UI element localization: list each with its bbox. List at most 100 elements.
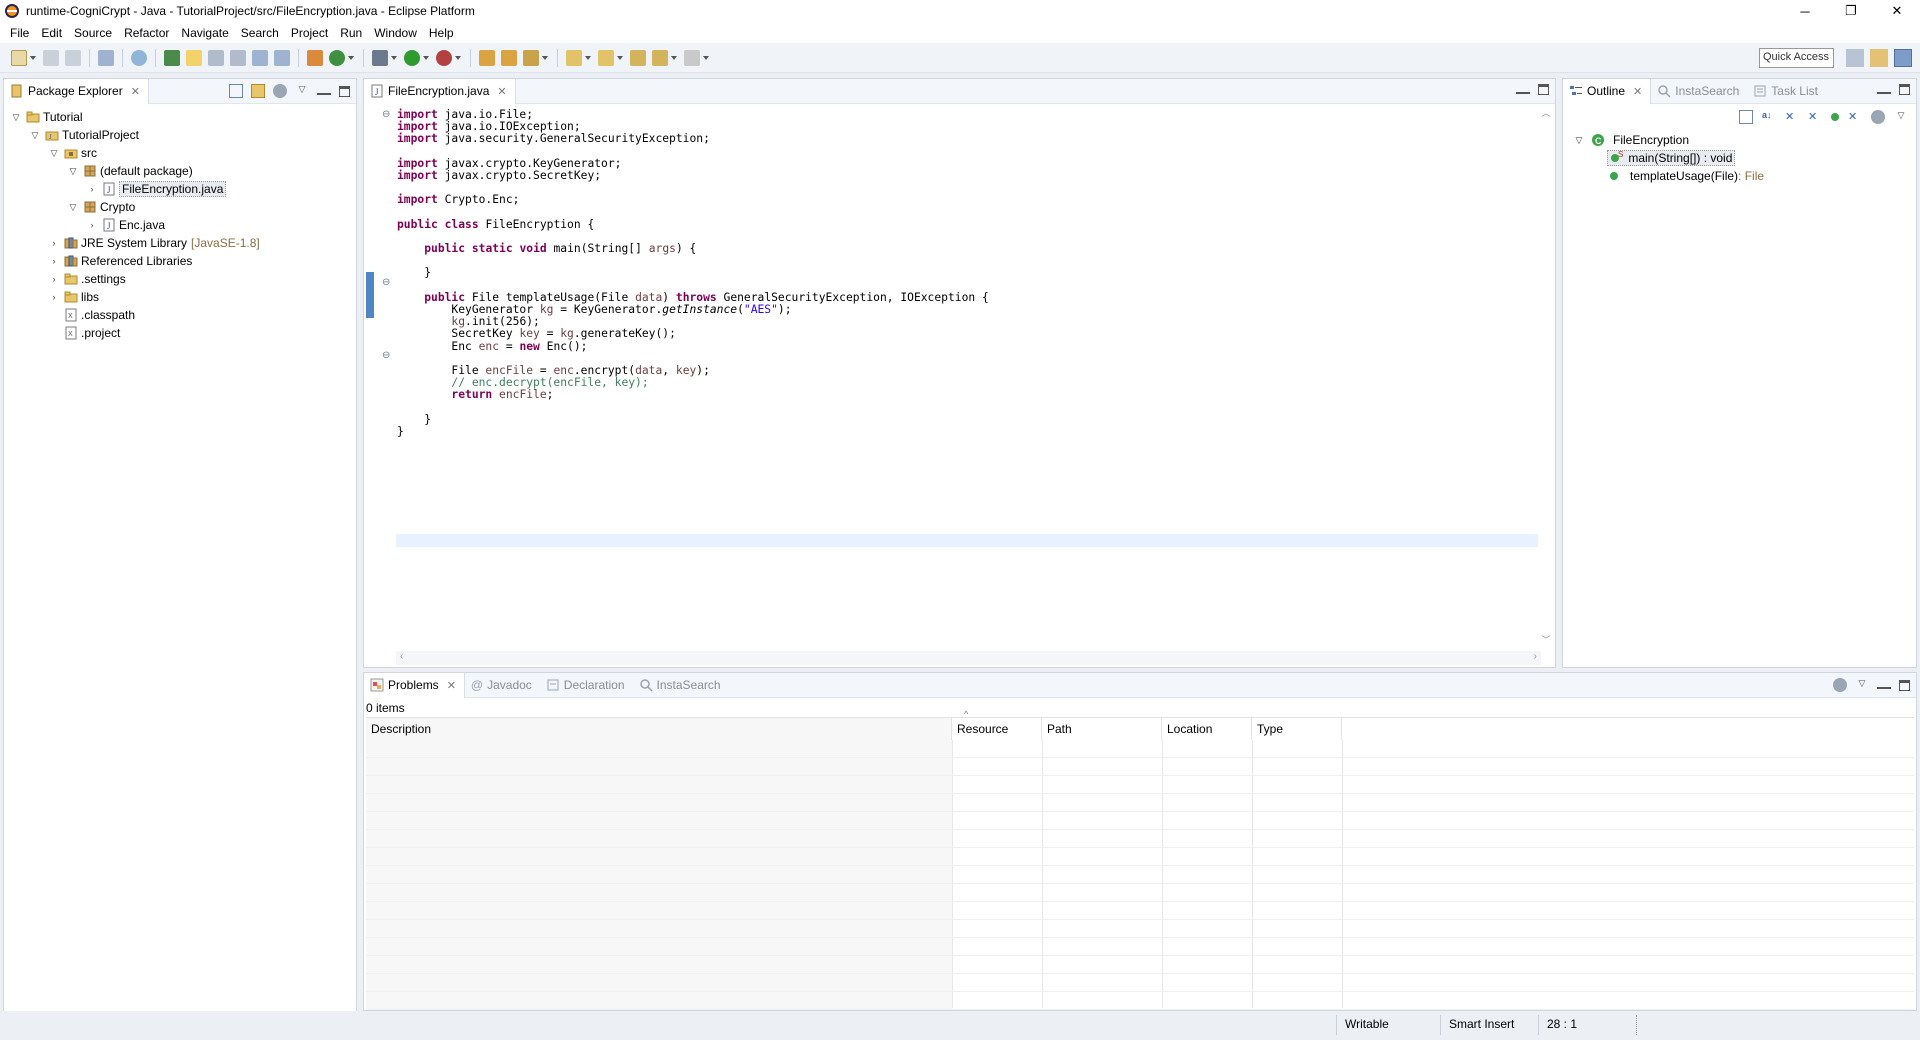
tree-item[interactable]: › .settings bbox=[10, 270, 356, 288]
tree-item[interactable]: › libs bbox=[10, 288, 356, 306]
menu-window[interactable]: Window bbox=[368, 26, 423, 40]
open-perspective-icon[interactable] bbox=[1846, 49, 1864, 67]
maximize-view-icon[interactable] bbox=[1899, 84, 1910, 95]
expand-arrow-icon[interactable]: ▽ bbox=[1573, 134, 1585, 146]
collapse-arrow-icon[interactable]: › bbox=[48, 291, 60, 303]
menu-navigate[interactable]: Navigate bbox=[175, 26, 234, 40]
outline-member-main[interactable]: S main(String[]) : void bbox=[1573, 149, 1764, 167]
scroll-left-icon[interactable]: ‹ bbox=[400, 651, 403, 662]
focus-task-icon[interactable] bbox=[1871, 110, 1885, 124]
back-dropdown-icon[interactable] bbox=[671, 55, 677, 60]
menu-help[interactable]: Help bbox=[423, 26, 460, 40]
column-header-location[interactable]: Location bbox=[1162, 718, 1252, 740]
debug-icon[interactable] bbox=[372, 49, 388, 66]
new-dropdown-icon[interactable] bbox=[30, 55, 36, 60]
resource-perspective-icon[interactable] bbox=[1870, 49, 1888, 67]
tree-item[interactable]: › J FileEncryption.java bbox=[10, 180, 356, 198]
close-button[interactable]: ✕ bbox=[1874, 0, 1920, 22]
focus-task-icon[interactable] bbox=[1833, 678, 1847, 692]
run-icon[interactable] bbox=[404, 49, 420, 66]
cognicrypt-icon[interactable] bbox=[131, 49, 147, 66]
menu-run[interactable]: Run bbox=[334, 26, 368, 40]
hide-fields-icon[interactable]: ✕ bbox=[1785, 110, 1799, 124]
outline-member-template-usage[interactable]: templateUsage(File) : File bbox=[1573, 167, 1764, 185]
maximize-view-icon[interactable] bbox=[1899, 679, 1910, 691]
expand-arrow-icon[interactable]: ▽ bbox=[29, 129, 41, 141]
external-tools-icon[interactable] bbox=[436, 49, 452, 66]
tree-item[interactable]: ▽ Tutorial bbox=[10, 108, 356, 126]
close-icon[interactable]: ✕ bbox=[447, 679, 456, 692]
view-menu-icon[interactable]: ▽ bbox=[1894, 110, 1908, 124]
expand-arrow-icon[interactable]: ▽ bbox=[67, 165, 79, 177]
last-edit-location-icon[interactable] bbox=[630, 49, 646, 66]
tab-instasearch[interactable]: InstaSearch bbox=[1651, 79, 1747, 104]
minimize-view-icon[interactable] bbox=[1516, 86, 1530, 94]
toggle-block-selection-icon[interactable] bbox=[208, 49, 224, 66]
close-icon[interactable]: ✕ bbox=[497, 85, 506, 98]
menu-file[interactable]: File bbox=[4, 26, 35, 40]
restore-button[interactable]: ❐ bbox=[1828, 0, 1874, 22]
search-icon[interactable] bbox=[523, 49, 539, 66]
external-tools-dropdown-icon[interactable] bbox=[455, 55, 461, 60]
open-task-icon[interactable] bbox=[479, 49, 495, 66]
minimize-view-icon[interactable] bbox=[317, 87, 331, 95]
close-icon[interactable]: ✕ bbox=[131, 85, 140, 98]
tab-outline[interactable]: Outline ✕ bbox=[1563, 78, 1652, 104]
tab-file-encryption[interactable]: J FileEncryption.java ✕ bbox=[364, 78, 516, 104]
tree-item[interactable]: › Referenced Libraries bbox=[10, 252, 356, 270]
horizontal-scrollbar[interactable]: ‹ › bbox=[396, 651, 1541, 665]
view-menu-icon[interactable]: ▽ bbox=[295, 84, 309, 98]
tree-item[interactable]: ▽ (default package) bbox=[10, 162, 356, 180]
column-header-type[interactable]: Type bbox=[1252, 718, 1342, 740]
collapse-all-icon[interactable] bbox=[1739, 110, 1753, 124]
tree-item[interactable]: X .project bbox=[10, 324, 356, 342]
new-class-dropdown-icon[interactable] bbox=[348, 55, 354, 60]
expand-arrow-icon[interactable]: ▽ bbox=[48, 147, 60, 159]
forward-dropdown-icon[interactable] bbox=[703, 55, 709, 60]
tree-item[interactable]: › J Enc.java bbox=[10, 216, 356, 234]
pilcrow-icon[interactable] bbox=[274, 49, 290, 66]
fold-collapse-icon[interactable]: ⊖ bbox=[382, 350, 390, 361]
collapse-arrow-icon[interactable] bbox=[48, 327, 60, 339]
hide-static-icon[interactable]: ✕ bbox=[1808, 110, 1822, 124]
fold-collapse-icon[interactable]: ⊖ bbox=[382, 277, 390, 288]
collapse-all-icon[interactable] bbox=[229, 84, 243, 98]
menu-source[interactable]: Source bbox=[68, 26, 118, 40]
menu-refactor[interactable]: Refactor bbox=[118, 26, 175, 40]
open-type-icon[interactable] bbox=[307, 49, 323, 66]
expand-arrow-icon[interactable]: ▽ bbox=[67, 201, 79, 213]
maximize-view-icon[interactable] bbox=[1538, 84, 1549, 95]
menu-search[interactable]: Search bbox=[235, 26, 285, 40]
skip-breakpoints-icon[interactable] bbox=[98, 49, 114, 66]
run-dropdown-icon[interactable] bbox=[423, 55, 429, 60]
fold-collapse-icon[interactable]: ⊖ bbox=[382, 109, 390, 120]
tree-item[interactable]: ▽ Crypto bbox=[10, 198, 356, 216]
code-area[interactable]: import java.io.File; import java.io.IOExc… bbox=[397, 108, 989, 450]
collapse-arrow-icon[interactable]: › bbox=[48, 255, 60, 267]
minimize-view-icon[interactable] bbox=[1877, 681, 1891, 689]
collapse-arrow-icon[interactable]: › bbox=[48, 273, 60, 285]
view-menu-icon[interactable]: ▽ bbox=[1855, 678, 1869, 692]
new-icon[interactable] bbox=[11, 49, 27, 66]
collapse-arrow-icon[interactable]: › bbox=[86, 183, 98, 195]
vertical-scrollbar[interactable]: ︿ ﹀ bbox=[1539, 106, 1553, 646]
sort-icon[interactable]: a↓ bbox=[1762, 110, 1776, 124]
mark-occurrences-icon[interactable] bbox=[186, 49, 202, 66]
maximize-view-icon[interactable] bbox=[339, 85, 350, 97]
outline-class-row[interactable]: ▽ C FileEncryption bbox=[1573, 131, 1764, 149]
forward-icon[interactable] bbox=[684, 49, 700, 66]
menu-edit[interactable]: Edit bbox=[35, 26, 68, 40]
quick-access-input[interactable]: Quick Access bbox=[1759, 48, 1834, 68]
tab-task-list[interactable]: Task List bbox=[1747, 79, 1826, 104]
status-insert-mode[interactable]: Smart Insert bbox=[1449, 1017, 1514, 1031]
collapse-arrow-icon[interactable]: › bbox=[48, 237, 60, 249]
column-header-description[interactable]: Description bbox=[366, 718, 952, 740]
save-all-icon[interactable] bbox=[65, 49, 81, 66]
previous-annotation-icon[interactable] bbox=[598, 49, 614, 66]
tab-problems[interactable]: Problems ✕ bbox=[364, 672, 465, 698]
back-icon[interactable] bbox=[652, 49, 668, 66]
tab-package-explorer[interactable]: Package Explorer ✕ bbox=[4, 78, 149, 104]
tab-javadoc[interactable]: @ Javadoc bbox=[465, 673, 540, 698]
close-icon[interactable]: ✕ bbox=[1633, 85, 1642, 98]
show-whitespace-icon[interactable] bbox=[230, 49, 246, 66]
